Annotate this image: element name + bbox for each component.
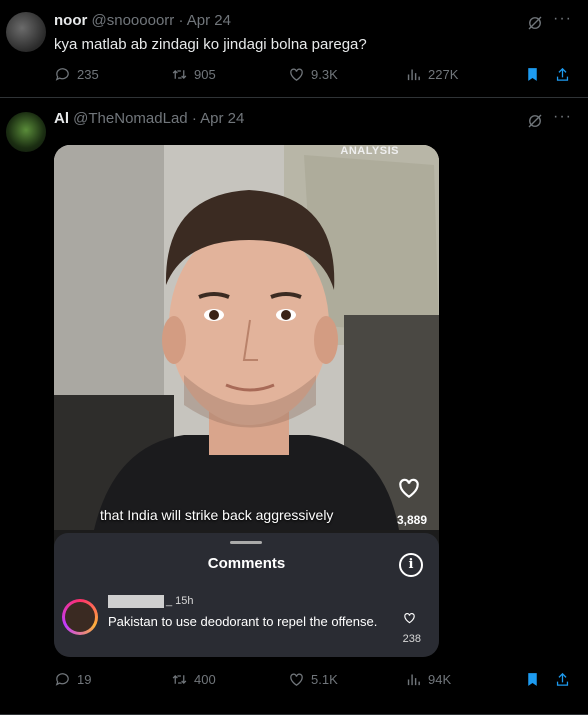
video-caption: that India will strike back aggressively [100,507,334,523]
share-icon [554,66,571,83]
views-button[interactable]: 94K [405,671,451,688]
tweet-2[interactable]: Al @TheNomadLad · Apr 24 ··· ANALYSIS th… [0,98,588,715]
reply-button[interactable]: 235 [54,66,99,83]
avatar[interactable] [6,12,46,52]
tweet-header: noor @snooooorr · Apr 24 [54,12,231,29]
separator: · [178,12,184,29]
comments-title: Comments [207,555,286,572]
bookmark-icon [524,671,541,688]
analysis-badge: ANALYSIS [340,145,399,157]
grok-icon[interactable] [526,112,544,130]
views-icon [405,671,422,688]
retweet-count: 400 [194,672,216,687]
retweet-button[interactable]: 400 [171,671,216,688]
share-icon [554,671,571,688]
tweet-text: kya matlab ab zindagi ko jindagi bolna p… [54,36,367,53]
more-icon[interactable]: ··· [553,10,572,28]
like-count: 9.3K [311,67,338,82]
more-icon[interactable]: ··· [553,108,572,126]
like-icon [288,66,305,83]
view-count: 94K [428,672,452,687]
video-like-count: 3,889 [396,513,427,527]
like-icon [288,671,305,688]
comments-panel: Comments i _ 15h Pakistan to use deodora… [54,533,439,657]
like-count: 5.1K [311,672,338,687]
heart-icon[interactable] [395,475,423,501]
author-handle[interactable]: @snooooorr [92,12,175,29]
commenter-avatar[interactable] [62,599,98,635]
commenter-name-redacted [108,595,164,608]
views-icon [405,66,422,83]
comment-text: Pakistan to use deodorant to repel the o… [108,614,378,629]
tweet-date[interactable]: Apr 24 [187,12,231,29]
views-button[interactable]: 227K [405,66,458,83]
drag-handle[interactable] [230,541,262,544]
tweet-header: Al @TheNomadLad · Apr 24 [54,110,244,127]
share-button[interactable] [554,671,571,688]
comment-time: _ 15h [166,595,194,607]
author-name[interactable]: Al [54,110,69,127]
video-media[interactable]: ANALYSIS that India will strike back agg… [54,145,439,657]
reply-button[interactable]: 19 [54,671,91,688]
view-count: 227K [428,67,459,82]
grok-icon[interactable] [526,14,544,32]
author-name[interactable]: noor [54,12,87,29]
author-handle[interactable]: @TheNomadLad [73,110,187,127]
reply-count: 235 [77,67,99,82]
avatar[interactable] [6,112,46,152]
reply-count: 19 [77,672,92,687]
person-portrait [54,145,439,530]
like-button[interactable]: 9.3K [288,66,338,83]
bookmark-icon [524,66,541,83]
retweet-icon [171,671,188,688]
reply-icon [54,671,71,688]
action-bar: 19 400 5.1K 94K [54,671,574,691]
comment-heart-icon[interactable] [402,611,417,625]
bookmark-button[interactable] [524,671,541,688]
bookmark-button[interactable] [524,66,541,83]
separator: · [191,110,197,127]
comment-like-count: 238 [402,633,421,645]
share-button[interactable] [554,66,571,83]
info-icon[interactable]: i [399,553,423,577]
tweet-1[interactable]: noor @snooooorr · Apr 24 ··· kya matlab … [0,0,588,98]
video-frame[interactable]: ANALYSIS that India will strike back agg… [54,145,439,530]
like-button[interactable]: 5.1K [288,671,338,688]
retweet-button[interactable]: 905 [171,66,216,83]
retweet-count: 905 [194,67,216,82]
action-bar: 235 905 9.3K 227K [54,66,574,86]
retweet-icon [171,66,188,83]
reply-icon [54,66,71,83]
tweet-date[interactable]: Apr 24 [200,110,244,127]
